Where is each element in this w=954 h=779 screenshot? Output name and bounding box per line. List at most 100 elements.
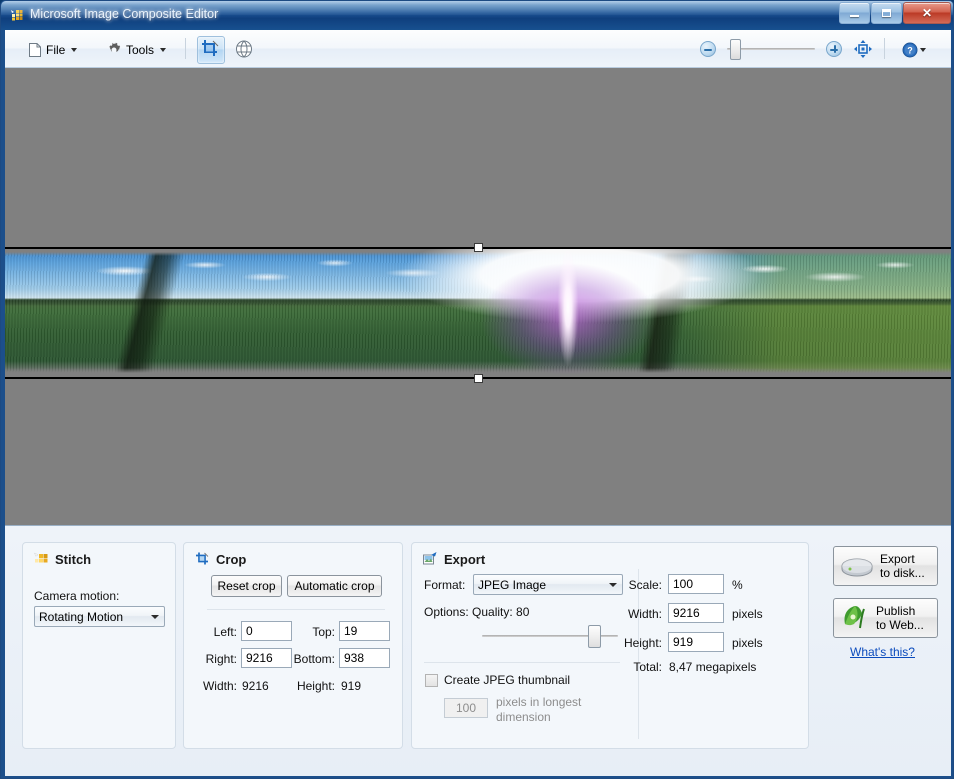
format-value: JPEG Image [478,578,546,592]
stitch-group: Stitch Camera motion: Rotating Motion [22,542,176,749]
client-area: File Tools [5,30,951,776]
crop-left-input[interactable]: 0 [241,621,292,641]
total-value: 8,47 megapixels [669,660,756,674]
minimize-icon [850,15,859,17]
create-thumbnail-label: Create JPEG thumbnail [444,673,570,687]
thumbnail-size-input[interactable]: 100 [444,698,488,718]
export-disk-line2: to disk... [880,566,925,580]
export-group: Export Format: JPEG Image Options: Quali… [411,542,809,749]
window-title: Microsoft Image Composite Editor [30,7,218,21]
crop-divider [207,609,385,610]
crop-left-label: Left: [199,625,237,639]
file-menu-button[interactable]: File [21,36,84,64]
crop-width-value: 9216 [242,679,269,693]
thumbnail-size-value: 100 [456,701,476,715]
camera-motion-label: Camera motion: [34,589,119,603]
toolbar-separator [185,38,186,59]
publish-to-web-label: Publish to Web... [876,604,924,632]
export-width-label: Width: [600,607,662,621]
toolbar: File Tools [5,30,951,68]
crop-handle-top[interactable] [474,243,483,252]
title-bar: Microsoft Image Composite Editor ✕ [1,1,954,30]
export-height-input[interactable]: 919 [668,632,724,652]
zoom-in-button[interactable] [826,41,842,57]
zoom-slider-thumb[interactable] [730,39,741,60]
crop-height-label: Height: [278,679,335,693]
publish-web-line2: to Web... [876,618,924,632]
automatic-crop-button[interactable]: Automatic crop [287,575,382,597]
chevron-down-icon [146,608,163,625]
scale-input[interactable]: 100 [668,574,724,594]
export-title: Export [422,551,485,567]
camera-motion-select[interactable]: Rotating Motion [34,606,165,627]
leaf-icon [840,604,870,632]
orientation-tool-button[interactable] [231,36,259,64]
export-column-divider [638,569,639,739]
total-label: Total: [600,660,662,674]
export-width-unit: pixels [732,607,763,621]
crop-top-label: Top: [297,625,335,639]
crop-top-input[interactable]: 19 [339,621,390,641]
chevron-down-icon [920,48,926,52]
crop-top-value: 19 [344,624,357,638]
toolbar-separator-2 [884,38,885,59]
svg-text:?: ? [907,46,913,56]
export-width-input[interactable]: 9216 [668,603,724,623]
export-icon [422,551,438,567]
export-height-label: Height: [600,636,662,650]
export-width-value: 9216 [673,606,700,620]
maximize-button[interactable] [871,2,902,24]
bottom-panel: Stitch Camera motion: Rotating Motion [5,525,951,776]
export-divider [424,662,620,663]
publish-to-web-button[interactable]: Publish to Web... [833,598,938,638]
quality-label: Options: Quality: 80 [424,605,529,619]
file-icon [28,42,42,58]
gear-icon [106,42,122,58]
crop-group: Crop Reset crop Automatic crop Left: 0 T… [183,542,403,749]
panorama-image [5,249,951,377]
crop-bottom-label: Bottom: [282,652,335,666]
maximize-icon [882,9,891,17]
crop-handle-bottom[interactable] [474,374,483,383]
create-thumbnail-checkbox[interactable] [425,674,438,687]
export-to-disk-label: Export to disk... [880,552,925,580]
tools-menu-button[interactable]: Tools [99,36,173,64]
disk-drive-icon [840,553,874,579]
export-height-unit: pixels [732,636,763,650]
crop-right-value: 9216 [246,651,273,665]
window-controls: ✕ [838,2,951,24]
export-title-label: Export [444,552,485,567]
export-to-disk-button[interactable]: Export to disk... [833,546,938,586]
whats-this-link[interactable]: What's this? [850,645,915,659]
export-disk-line1: Export [880,552,925,566]
reset-crop-button[interactable]: Reset crop [211,575,282,597]
help-menu-button[interactable]: ? [895,36,933,64]
stitch-icon [33,551,49,567]
chevron-down-icon [71,48,77,52]
crop-right-label: Right: [192,652,237,666]
reset-crop-label: Reset crop [217,579,275,593]
crop-bottom-input[interactable]: 938 [339,648,390,668]
stitch-title: Stitch [33,551,91,567]
crop-title: Crop [194,551,246,567]
close-button[interactable]: ✕ [903,2,951,24]
help-icon: ? [902,42,918,58]
close-icon: ✕ [904,3,950,23]
app-mosaic-icon [9,8,25,24]
crop-bottom-value: 938 [344,651,364,665]
image-canvas[interactable] [5,68,951,525]
panorama-crop-frame [5,247,951,379]
chevron-down-icon [160,48,166,52]
crop-left-value: 0 [246,624,253,638]
scale-unit: % [732,578,743,592]
application-window: Microsoft Image Composite Editor ✕ [0,0,954,779]
zoom-out-button[interactable] [700,41,716,57]
crop-tool-button[interactable] [197,36,225,64]
export-height-value: 919 [673,635,693,649]
fit-to-window-button[interactable] [850,36,878,64]
scale-value: 100 [673,577,693,591]
tools-menu-label: Tools [126,43,154,57]
minimize-button[interactable] [839,2,870,24]
crop-icon [194,551,210,567]
format-label: Format: [424,578,465,592]
